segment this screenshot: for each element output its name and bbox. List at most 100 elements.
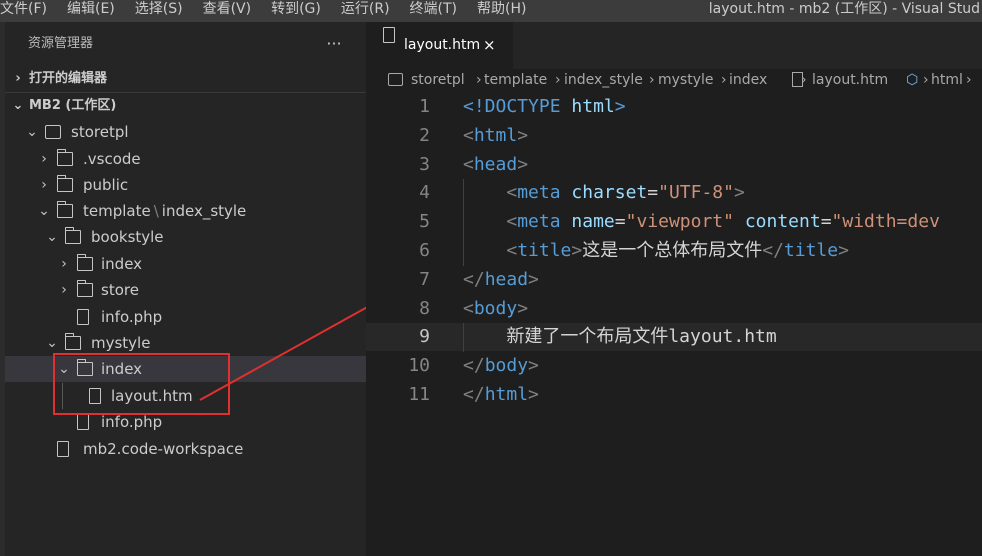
tree-item-name: info.php (101, 413, 163, 431)
breadcrumb-item[interactable]: template (484, 69, 547, 91)
tab-bar: layout.htm × (366, 22, 982, 69)
file-icon (383, 27, 395, 43)
code-token: name (571, 211, 615, 233)
open-editors-section[interactable]: › 打开的编辑器 (5, 66, 366, 92)
folder-icon (56, 149, 73, 166)
code-text: </head> (463, 266, 539, 294)
folder-icon (56, 175, 73, 192)
tree-item-name: index (101, 255, 143, 273)
code-line: 11 </html> (366, 381, 982, 409)
tab-label: layout.htm (404, 37, 481, 53)
tab-layout-htm[interactable]: layout.htm × (366, 22, 513, 69)
menu-item[interactable]: 文件(F) (0, 0, 57, 22)
tree-item-label: index (101, 251, 142, 277)
workspace-section[interactable]: ⌄ MB2 (工作区) (5, 93, 366, 119)
menu-item[interactable]: 选择(S) (125, 0, 193, 22)
code-line: 7 </head> (366, 266, 982, 294)
tree-item[interactable]: ⌄ bookstyle (5, 224, 366, 250)
code-token: "viewport" (625, 211, 734, 233)
tree-item-name: bookstyle (91, 228, 164, 246)
tree-item[interactable]: › index (5, 251, 366, 277)
code-token: title (783, 240, 839, 261)
code-text: <html> (463, 122, 528, 150)
code-text: <body> (463, 295, 528, 323)
code-editor[interactable]: 1 <!DOCTYPE html> 2 <html> 3 <head> 4 <meta ch… (366, 93, 982, 556)
menu-item[interactable]: 编辑(E) (57, 0, 125, 22)
close-icon[interactable]: × (483, 22, 496, 69)
tree-item-name: mystyle (91, 334, 151, 352)
code-line: 3 <head> (366, 151, 982, 179)
breadcrumb-item[interactable]: index_style (564, 69, 643, 91)
line-number: 5 (419, 211, 430, 233)
code-token: > (528, 268, 539, 290)
folder-open-icon (56, 201, 73, 218)
breadcrumb-item[interactable]: layout.htm (812, 69, 888, 91)
code-token: head (484, 268, 529, 290)
explorer-sidebar: 资源管理器 ··· › 打开的编辑器 ⌄ MB2 (工作区) ⌄ storetpl… (0, 22, 366, 556)
tree-item[interactable]: ⌄ storetpl (5, 119, 366, 145)
line-number: 11 (408, 384, 430, 405)
code-text: 新建了一个布局文件layout.htm (463, 323, 777, 351)
indent-guide (463, 179, 464, 266)
code-token: body (484, 355, 529, 377)
line-number: 10 (408, 355, 430, 377)
tree-item[interactable]: › public (5, 172, 366, 198)
code-token: body (473, 297, 518, 319)
root-folder-icon (388, 73, 403, 86)
menu-item[interactable]: 终端(T) (400, 0, 467, 22)
window-title: layout.htm - mb2 (工作区) - Visual Stud (708, 1, 980, 17)
code-token: < (463, 297, 474, 319)
menu-item[interactable]: 帮助(H) (467, 0, 536, 22)
tree-item-label: info.php (101, 304, 162, 330)
chevron-right-icon: › (476, 72, 482, 88)
code-token: meta (517, 182, 561, 204)
code-line: 1 <!DOCTYPE html> (366, 93, 982, 121)
tree-item[interactable]: mb2.code-workspace (5, 436, 366, 462)
code-text: <title>这是一个总体布局文件</title> (463, 237, 849, 265)
code-token: = (820, 211, 832, 233)
code-token: > (733, 182, 745, 204)
code-token: head (473, 153, 518, 175)
code-token: = (614, 211, 626, 233)
breadcrumb-item[interactable]: index (729, 69, 767, 91)
breadcrumb-item[interactable]: mystyle (658, 69, 714, 91)
code-line: 8 <body> (366, 295, 982, 323)
chevron-down-icon: ⌄ (26, 124, 38, 140)
file-icon (57, 441, 69, 457)
line-number: 4 (419, 182, 430, 204)
menu-item[interactable]: 运行(R) (331, 0, 400, 22)
tree-item[interactable]: info.php (5, 304, 366, 330)
tree-item[interactable]: › store (5, 277, 366, 303)
breadcrumb-item[interactable]: html (931, 69, 963, 91)
code-line: 6 <title>这是一个总体布局文件</title> (366, 237, 982, 265)
code-token: </ (762, 240, 784, 261)
chevron-right-icon: › (721, 72, 727, 88)
breadcrumb: storetpl › template › index_style › mystyle › in… (366, 69, 982, 91)
code-token: html (484, 384, 529, 405)
tree-item-name: storetpl (71, 123, 129, 141)
menu-item[interactable]: 查看(V) (193, 0, 262, 22)
code-token: 新建了一个布局文件layout.htm (463, 326, 777, 348)
code-token: > (517, 297, 529, 319)
tree-item-label: public (83, 172, 128, 198)
code-token: 这是一个总体布局文件 (582, 240, 763, 261)
tree-item-subpath: index_style (161, 202, 247, 220)
line-number: 8 (419, 297, 430, 319)
chevron-right-icon: › (61, 282, 67, 298)
code-token: > (517, 124, 529, 146)
more-actions-button[interactable]: ··· (324, 34, 344, 54)
code-line: 5 <meta name="viewport" content="width=d… (366, 208, 982, 236)
tree-item[interactable]: ⌄ template \ index_style (5, 198, 366, 224)
code-line: 4 <meta charset="UTF-8"> (366, 179, 982, 207)
chevron-down-icon: ⌄ (38, 203, 50, 219)
code-token: title (517, 240, 572, 261)
chevron-down-icon: ⌄ (46, 229, 58, 245)
chevron-right-icon: › (41, 177, 47, 193)
menu-item[interactable]: 转到(G) (261, 0, 331, 22)
chevron-right-icon: › (923, 72, 929, 88)
breadcrumb-item[interactable]: storetpl (411, 69, 465, 91)
tree-item[interactable]: › .vscode (5, 146, 366, 172)
tree-item-name: info.php (101, 308, 163, 326)
code-token: < (506, 211, 518, 233)
